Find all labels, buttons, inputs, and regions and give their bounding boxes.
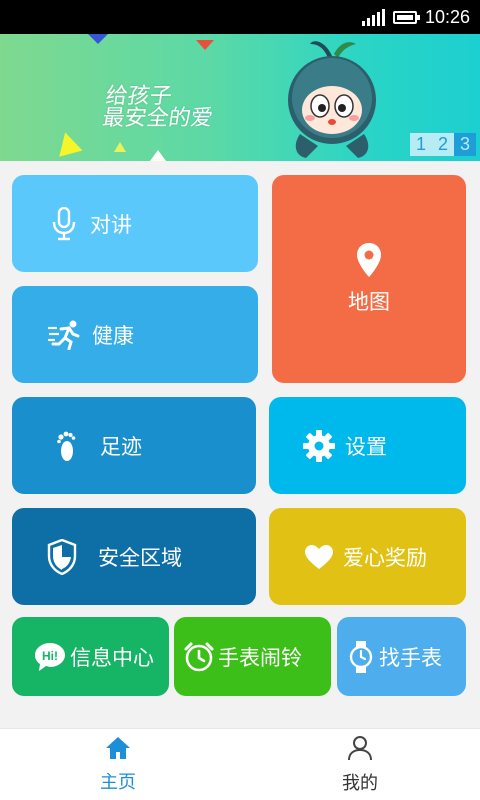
heart-icon xyxy=(303,544,335,570)
confetti-shape xyxy=(150,150,166,161)
confetti-shape xyxy=(114,142,126,152)
confetti-shape xyxy=(88,34,108,44)
love-reward-tile[interactable]: 爱心奖励 xyxy=(269,508,466,605)
watch-alarm-label: 手表闹铃 xyxy=(218,645,302,670)
status-time: 10:26 xyxy=(424,6,470,27)
svg-text:Hi!: Hi! xyxy=(42,649,58,663)
microphone-icon xyxy=(50,206,78,241)
gear-icon xyxy=(301,429,337,463)
nav-home-label: 主页 xyxy=(100,772,136,793)
confetti-shape xyxy=(53,129,83,157)
alarm-clock-icon xyxy=(182,641,216,673)
watch-icon xyxy=(347,640,375,674)
love-reward-label: 爱心奖励 xyxy=(343,545,427,570)
health-tile[interactable]: 健康 xyxy=(12,286,258,383)
signal-icon xyxy=(361,8,385,26)
footprint-icon xyxy=(52,429,80,463)
pager-dot-3[interactable]: 3 xyxy=(454,133,476,156)
running-icon xyxy=(46,320,82,350)
battery-icon xyxy=(392,10,420,24)
nav-home[interactable]: 主页 xyxy=(58,729,178,800)
slogan-line1: 给孩子 xyxy=(103,84,174,109)
banner-slogan: 给孩子 最安全的爱 xyxy=(100,84,217,131)
message-center-tile[interactable]: Hi! 信息中心 xyxy=(12,617,169,696)
message-center-label: 信息中心 xyxy=(70,645,154,670)
bottom-navigation: 主页 我的 xyxy=(0,728,480,800)
nav-mine[interactable]: 我的 xyxy=(300,729,420,800)
health-label: 健康 xyxy=(92,323,134,348)
settings-tile[interactable]: 设置 xyxy=(269,397,466,494)
home-icon xyxy=(105,736,131,764)
nav-mine-label: 我的 xyxy=(342,773,378,794)
pager-dot-1[interactable]: 1 xyxy=(410,133,432,156)
pager-dot-2[interactable]: 2 xyxy=(432,133,454,156)
safe-zone-tile[interactable]: 安全区域 xyxy=(12,508,256,605)
map-tile[interactable]: 地图 xyxy=(272,175,466,383)
hi-chat-bubble-icon: Hi! xyxy=(32,641,68,673)
intercom-tile[interactable]: 对讲 xyxy=(12,175,258,272)
location-pin-icon xyxy=(356,242,382,278)
shield-icon xyxy=(46,538,78,575)
user-icon xyxy=(347,735,373,765)
find-watch-tile[interactable]: 找手表 xyxy=(337,617,466,696)
footprint-label: 足迹 xyxy=(100,434,142,459)
watch-alarm-tile[interactable]: 手表闹铃 xyxy=(174,617,331,696)
map-label: 地图 xyxy=(348,290,390,314)
status-bar: 10:26 xyxy=(0,0,480,34)
intercom-label: 对讲 xyxy=(90,212,132,237)
mascot-image xyxy=(288,41,376,158)
footprint-tile[interactable]: 足迹 xyxy=(12,397,256,494)
find-watch-label: 找手表 xyxy=(379,645,442,670)
slogan-line2: 最安全的爱 xyxy=(100,106,215,131)
banner-carousel[interactable]: 给孩子 最安全的爱 1 2 3 xyxy=(0,34,480,161)
safe-zone-label: 安全区域 xyxy=(98,545,182,570)
settings-label: 设置 xyxy=(345,434,387,459)
banner-pager: 1 2 3 xyxy=(410,133,476,156)
confetti-shape xyxy=(196,40,214,50)
